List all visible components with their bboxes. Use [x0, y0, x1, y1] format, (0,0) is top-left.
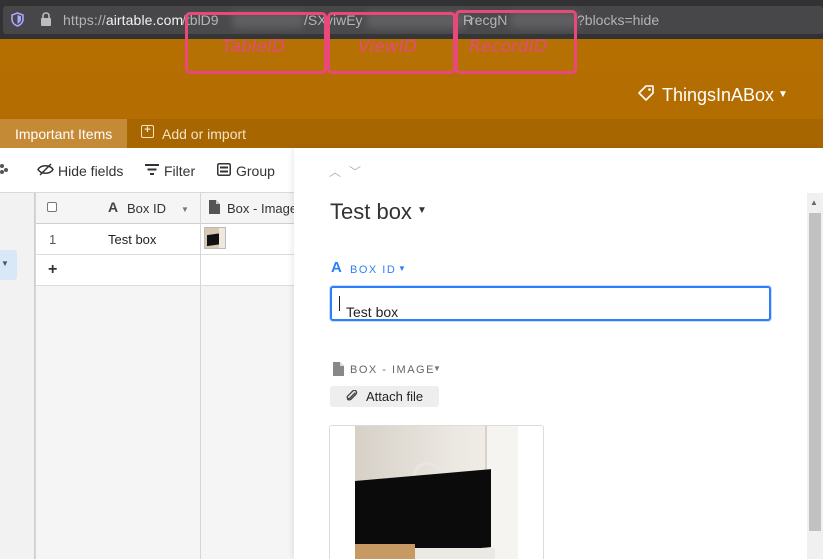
annotation-label-record-id: RecordID: [469, 37, 547, 57]
attachment-preview[interactable]: [355, 426, 518, 559]
attach-file-label[interactable]: Attach file: [366, 389, 423, 404]
url-query: ?blocks=hide: [577, 12, 660, 28]
attachment-field-icon: [333, 362, 344, 376]
url-host: airtable.com: [105, 12, 184, 28]
field-label-box-id[interactable]: BOX ID: [350, 264, 396, 276]
field-label-box-image[interactable]: BOX - IMAGE: [350, 364, 435, 376]
chevron-down-icon[interactable]: ▼: [778, 89, 788, 100]
plus-square-icon[interactable]: +: [141, 125, 154, 138]
box-id-value: Test box: [339, 296, 398, 320]
hide-fields-icon[interactable]: [37, 163, 54, 176]
add-row-button[interactable]: +: [48, 261, 57, 279]
filter-button[interactable]: Filter: [164, 163, 195, 179]
cell-box-id[interactable]: Test box: [108, 232, 156, 247]
column-header-box-id[interactable]: Box ID: [127, 201, 166, 216]
add-or-import-button[interactable]: Add or import: [162, 126, 246, 142]
scroll-up-arrow[interactable]: ▲: [810, 198, 818, 207]
record-nav-arrows[interactable]: ︿﹀: [329, 163, 369, 180]
tracking-shield-icon[interactable]: [11, 12, 24, 27]
url-prefix: https://airtable.com: [63, 12, 183, 28]
annotation-label-view-id: ViewID: [358, 37, 417, 57]
annotation-label-table-id: TableID: [222, 37, 286, 57]
grid-divider: [35, 193, 36, 559]
chevron-down-icon[interactable]: ▼: [398, 264, 406, 273]
table-row[interactable]: [35, 224, 294, 255]
scrollbar-thumb[interactable]: [809, 213, 821, 531]
filter-icon[interactable]: [145, 164, 159, 175]
tag-icon: [638, 85, 654, 101]
text-field-icon: A: [108, 199, 119, 215]
chevron-down-icon[interactable]: ▼: [181, 205, 189, 214]
chevron-down-icon[interactable]: ▼: [417, 205, 427, 216]
url-scheme: https://: [63, 12, 106, 28]
collaborators-icon[interactable]: [0, 163, 8, 175]
lock-icon[interactable]: [40, 12, 52, 27]
column-header-box-image[interactable]: Box - Image: [227, 201, 297, 216]
row-number: 1: [49, 232, 57, 247]
box-id-text: Test box: [346, 304, 399, 320]
record-title[interactable]: Test box: [330, 199, 412, 225]
hide-fields-button[interactable]: Hide fields: [58, 163, 123, 179]
chevron-down-icon[interactable]: ▼: [1, 259, 9, 268]
base-name[interactable]: ThingsInABox: [662, 85, 774, 106]
add-row[interactable]: [35, 255, 294, 286]
attachment-field-icon: [209, 200, 220, 214]
group-icon[interactable]: [217, 163, 231, 176]
select-all-checkbox[interactable]: [47, 202, 57, 212]
image-thumbnail[interactable]: [204, 227, 226, 249]
text-cursor: [339, 296, 340, 311]
box-id-field[interactable]: Test box: [330, 286, 771, 321]
tab-label: Important Items: [15, 126, 113, 142]
text-field-icon: A: [331, 259, 342, 276]
group-button[interactable]: Group: [236, 163, 275, 179]
grid-divider: [200, 193, 201, 559]
screen: https://airtable.com /tblD9 /SX viwEy R …: [0, 0, 823, 559]
sidebar-rail: [0, 193, 35, 559]
chevron-down-icon[interactable]: ▼: [433, 364, 441, 373]
paperclip-icon: [346, 390, 358, 401]
